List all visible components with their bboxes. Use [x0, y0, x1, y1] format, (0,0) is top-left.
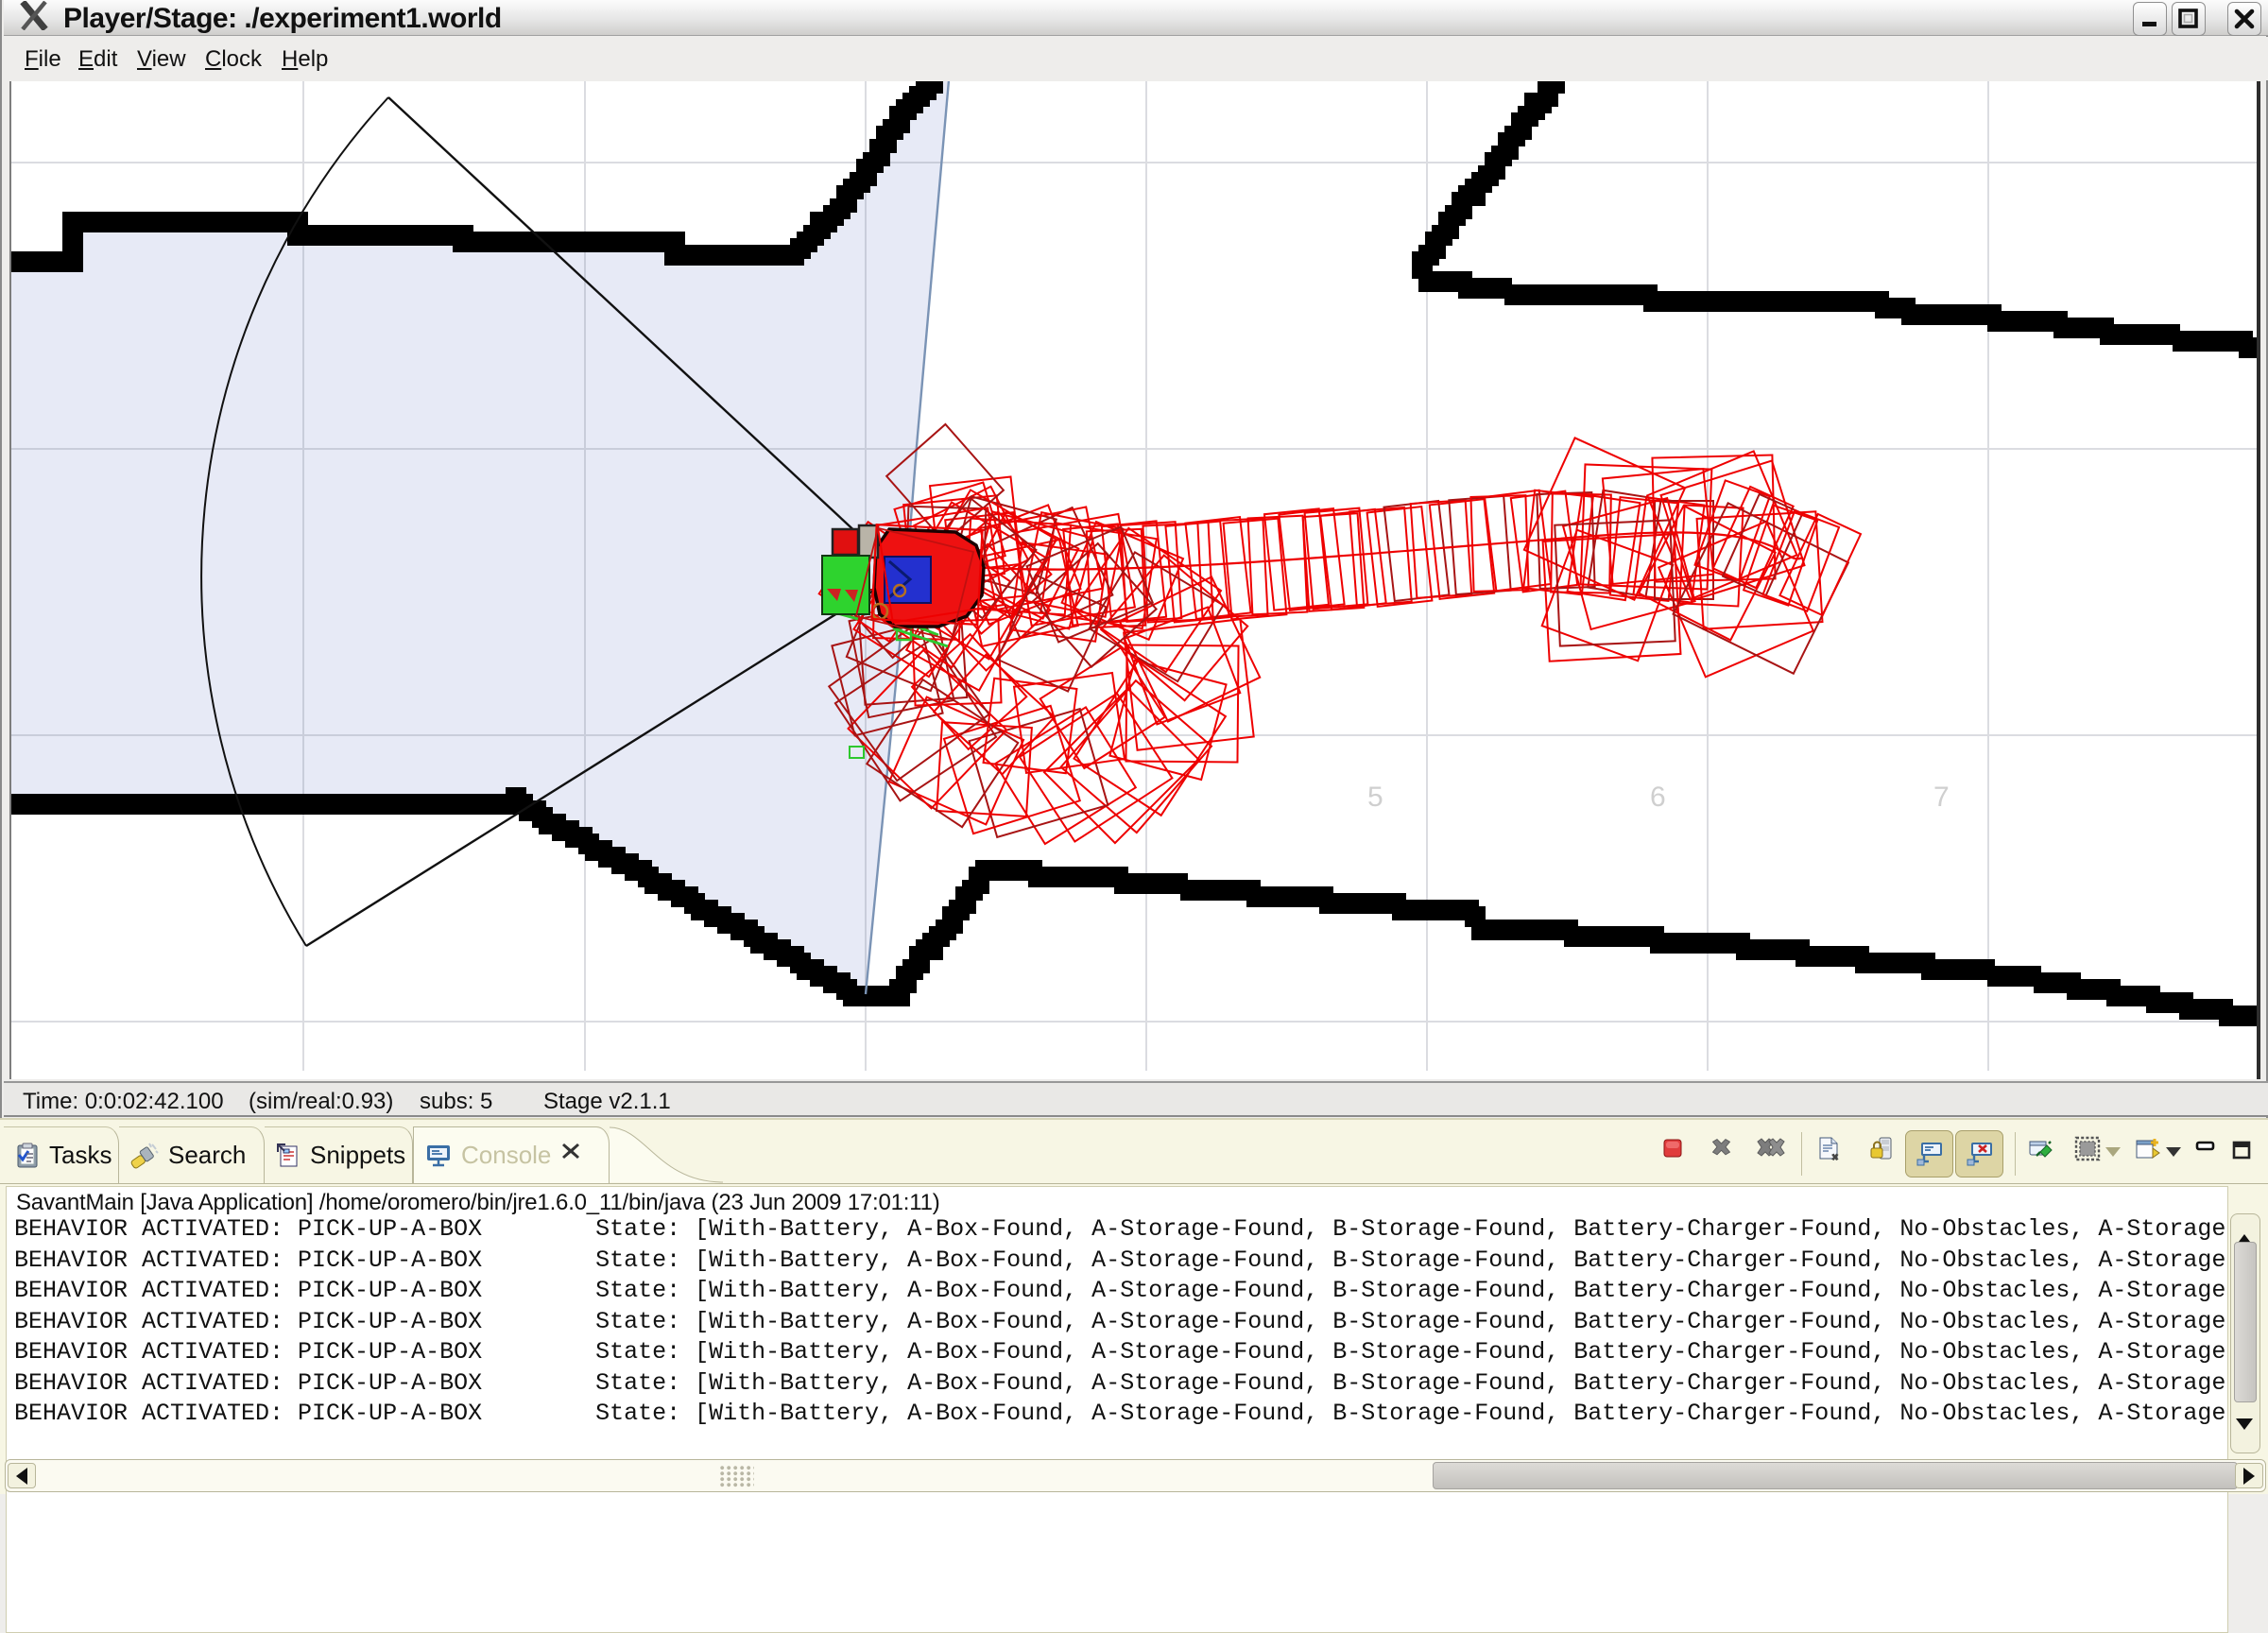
- svg-text:6: 6: [1650, 782, 1666, 813]
- svg-text:5: 5: [1367, 782, 1383, 813]
- svg-text:7: 7: [1933, 782, 1950, 813]
